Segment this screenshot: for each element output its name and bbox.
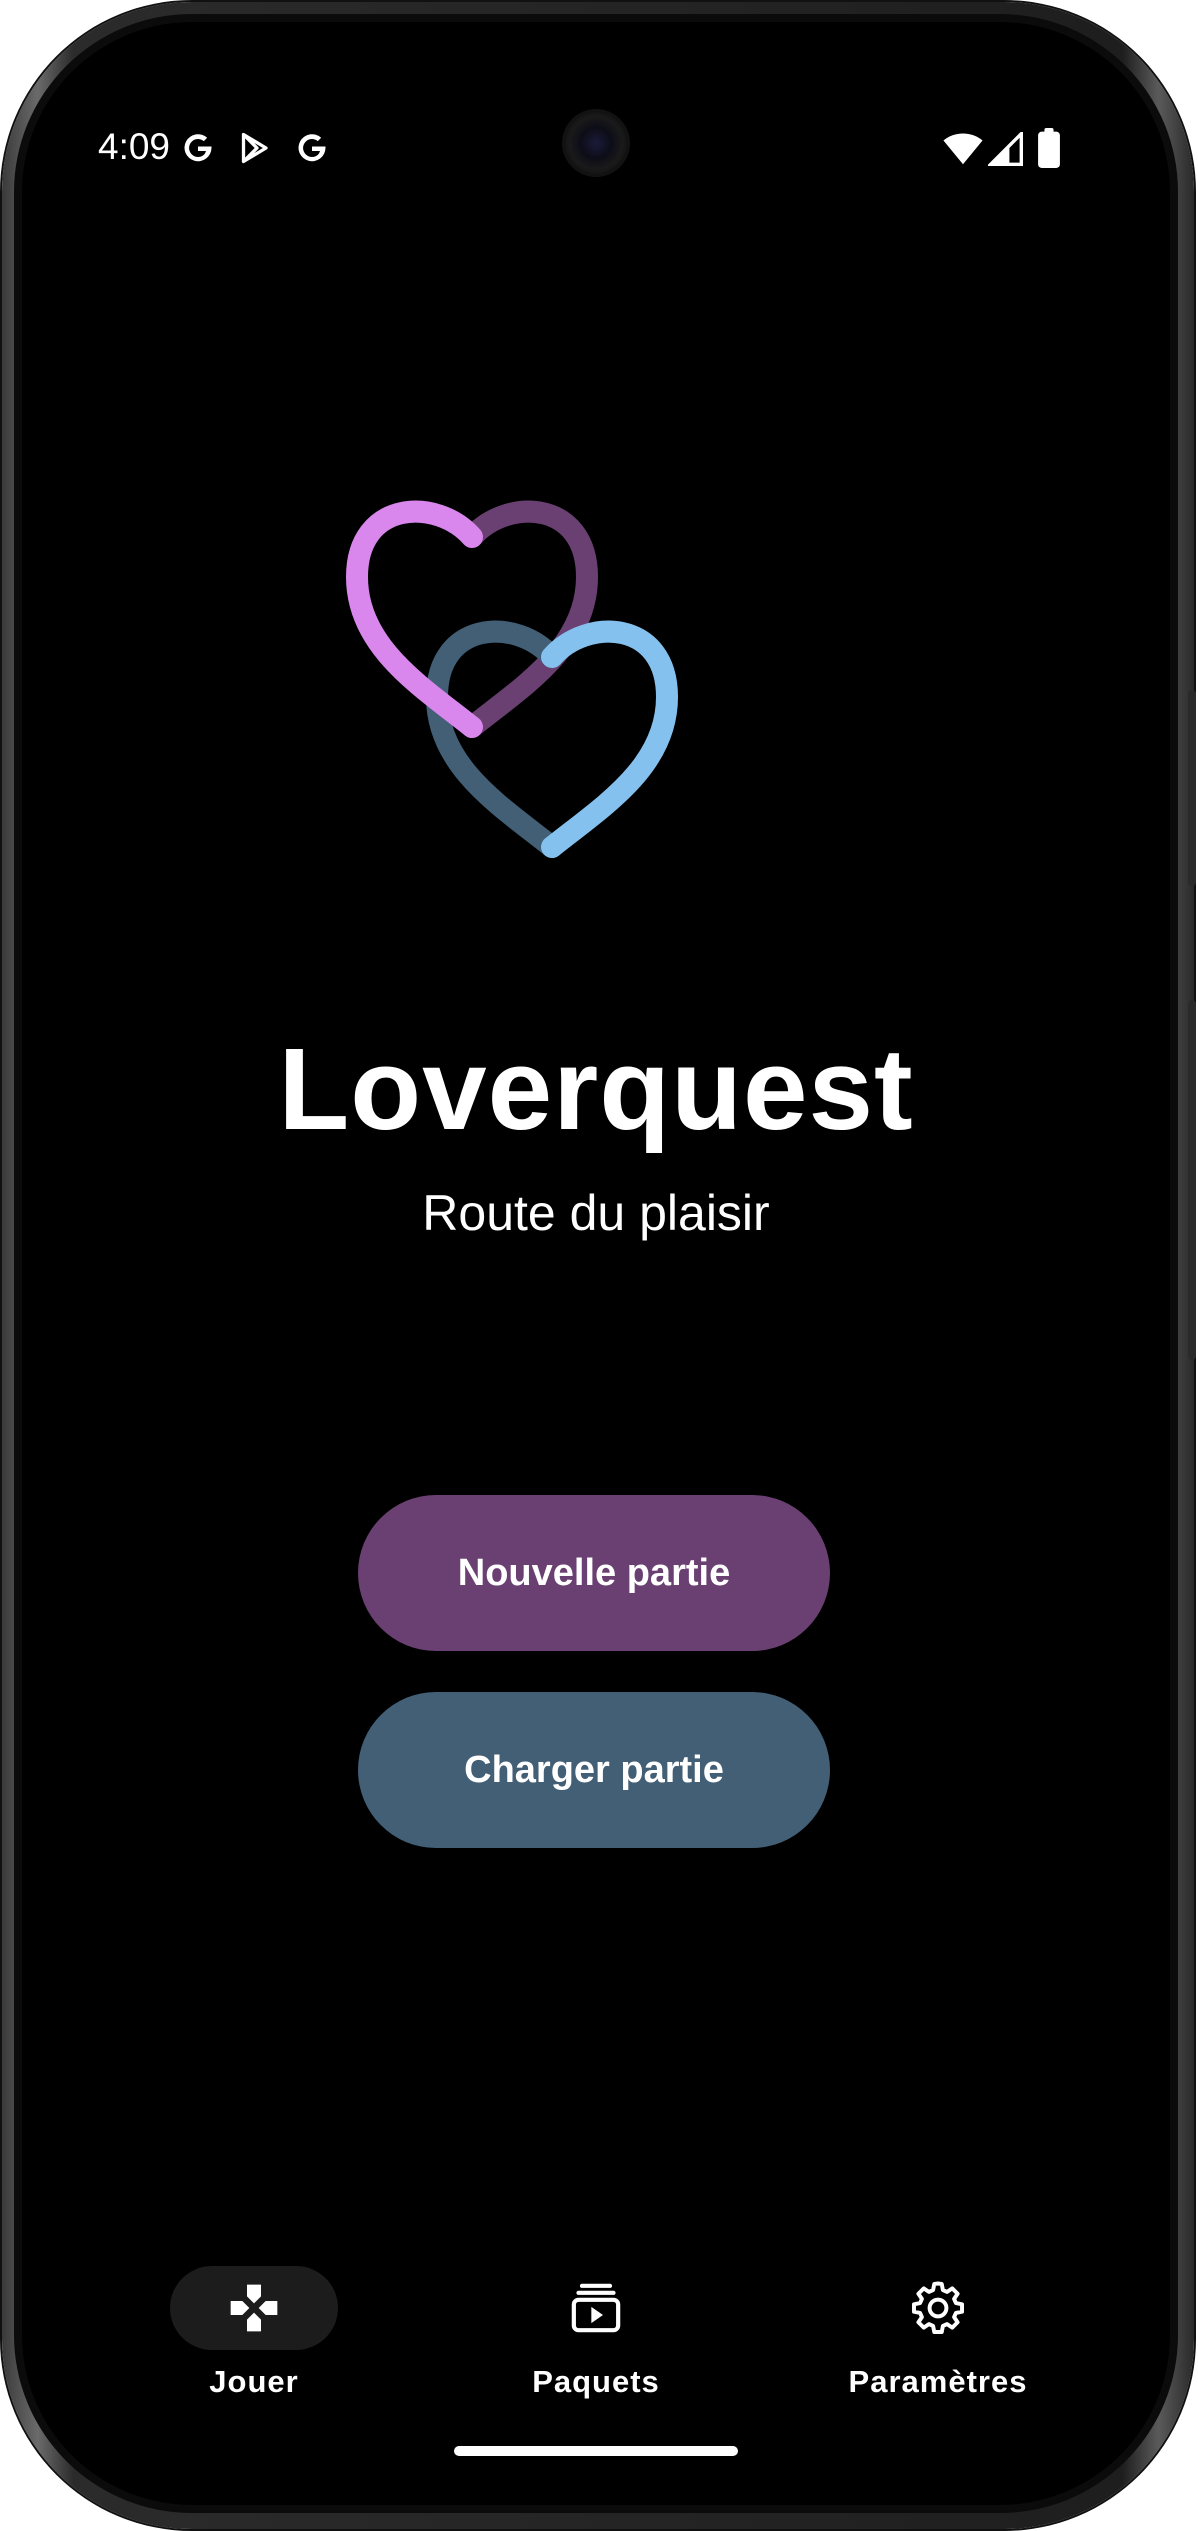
loverquest-logo [345,500,679,858]
nav-icon-container [854,2266,1022,2350]
nav-item-paquets[interactable]: Paquets [446,2242,746,2412]
wifi-icon [943,133,983,165]
google-g-icon [298,134,326,162]
nav-item-parametres[interactable]: Paramètres [788,2242,1088,2412]
nav-icon-container [512,2266,680,2350]
new-game-button[interactable]: Nouvelle partie [358,1495,830,1651]
cell-signal-icon [988,132,1023,166]
nav-label-parametres: Paramètres [848,2364,1028,2399]
battery-icon [1038,128,1060,168]
nav-label-paquets: Paquets [532,2364,660,2399]
gamepad-icon [230,2284,278,2332]
app-subtitle: Route du plaisir [422,1185,770,1241]
app-title: Loverquest [278,1024,914,1154]
status-time: 4:09 [98,126,171,167]
play-store-icon [241,132,268,164]
gear-icon [911,2281,965,2335]
volume-button [1188,690,1196,886]
home-indicator[interactable] [454,2446,738,2456]
status-bar: 4:09 [22,22,1170,182]
nav-label-jouer: Jouer [209,2364,299,2399]
bottom-nav: Jouer Paquets Paramètres [22,2242,1170,2442]
nav-item-jouer[interactable]: Jouer [104,2242,404,2412]
nav-active-indicator [170,2266,338,2350]
app-screen: 4:09 Loverquest Route du plaisir Nouvell… [22,22,1170,2505]
card-stack-play-icon [571,2283,621,2333]
load-game-button[interactable]: Charger partie [358,1692,830,1848]
power-button [1188,1000,1196,1360]
google-g-icon [184,134,212,162]
front-camera [565,112,627,174]
